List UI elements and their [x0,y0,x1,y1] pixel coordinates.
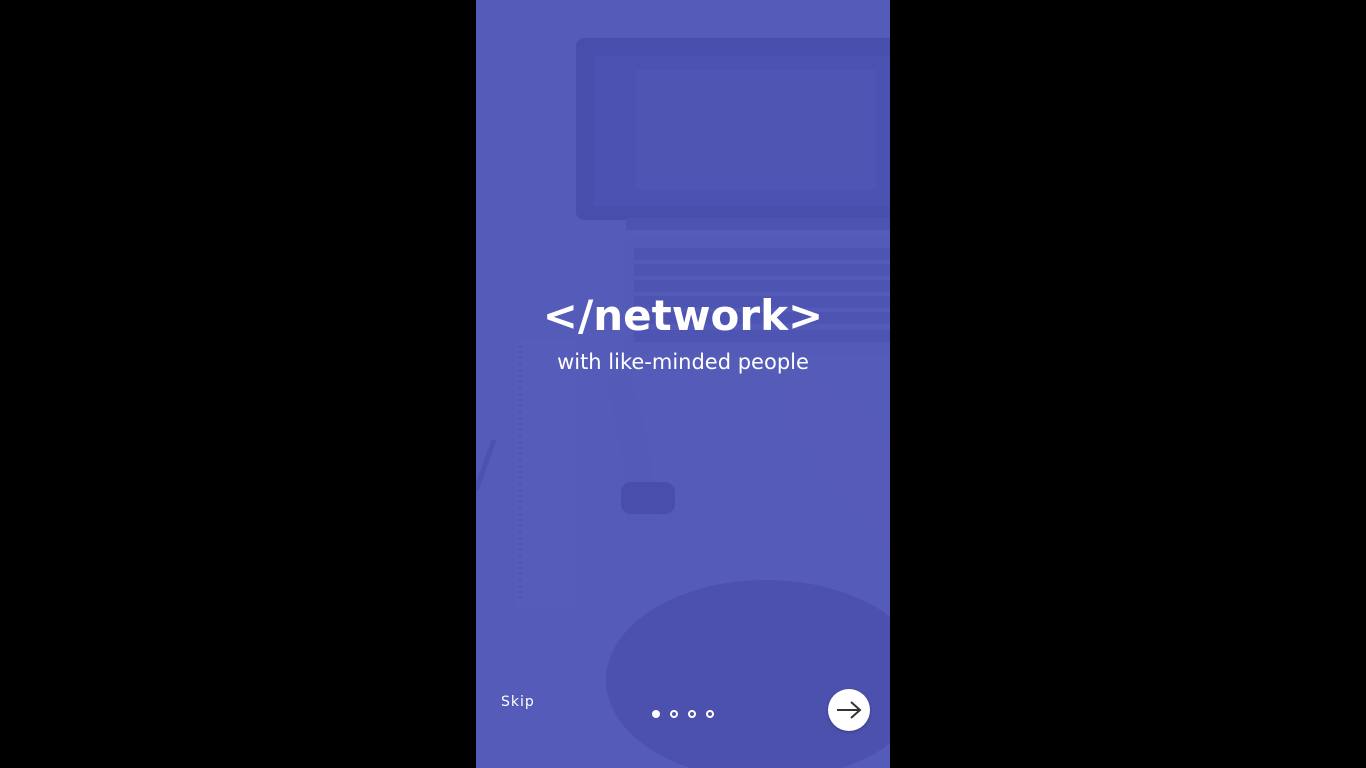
page-dot-2[interactable] [670,710,678,718]
onboarding-screen: </network> with like-minded people Skip [476,0,890,768]
page-dot-4[interactable] [706,710,714,718]
screen-backdrop: </network> with like-minded people Skip [0,0,1366,768]
page-dot-1[interactable] [652,710,660,718]
onboarding-title: </network> [542,291,824,340]
onboarding-subtitle: with like-minded people [557,350,809,374]
arrow-right-icon [837,701,862,719]
color-overlay [476,0,890,768]
skip-button[interactable]: Skip [501,694,535,710]
next-button[interactable] [828,689,870,731]
page-dot-3[interactable] [688,710,696,718]
page-indicator [652,710,714,718]
